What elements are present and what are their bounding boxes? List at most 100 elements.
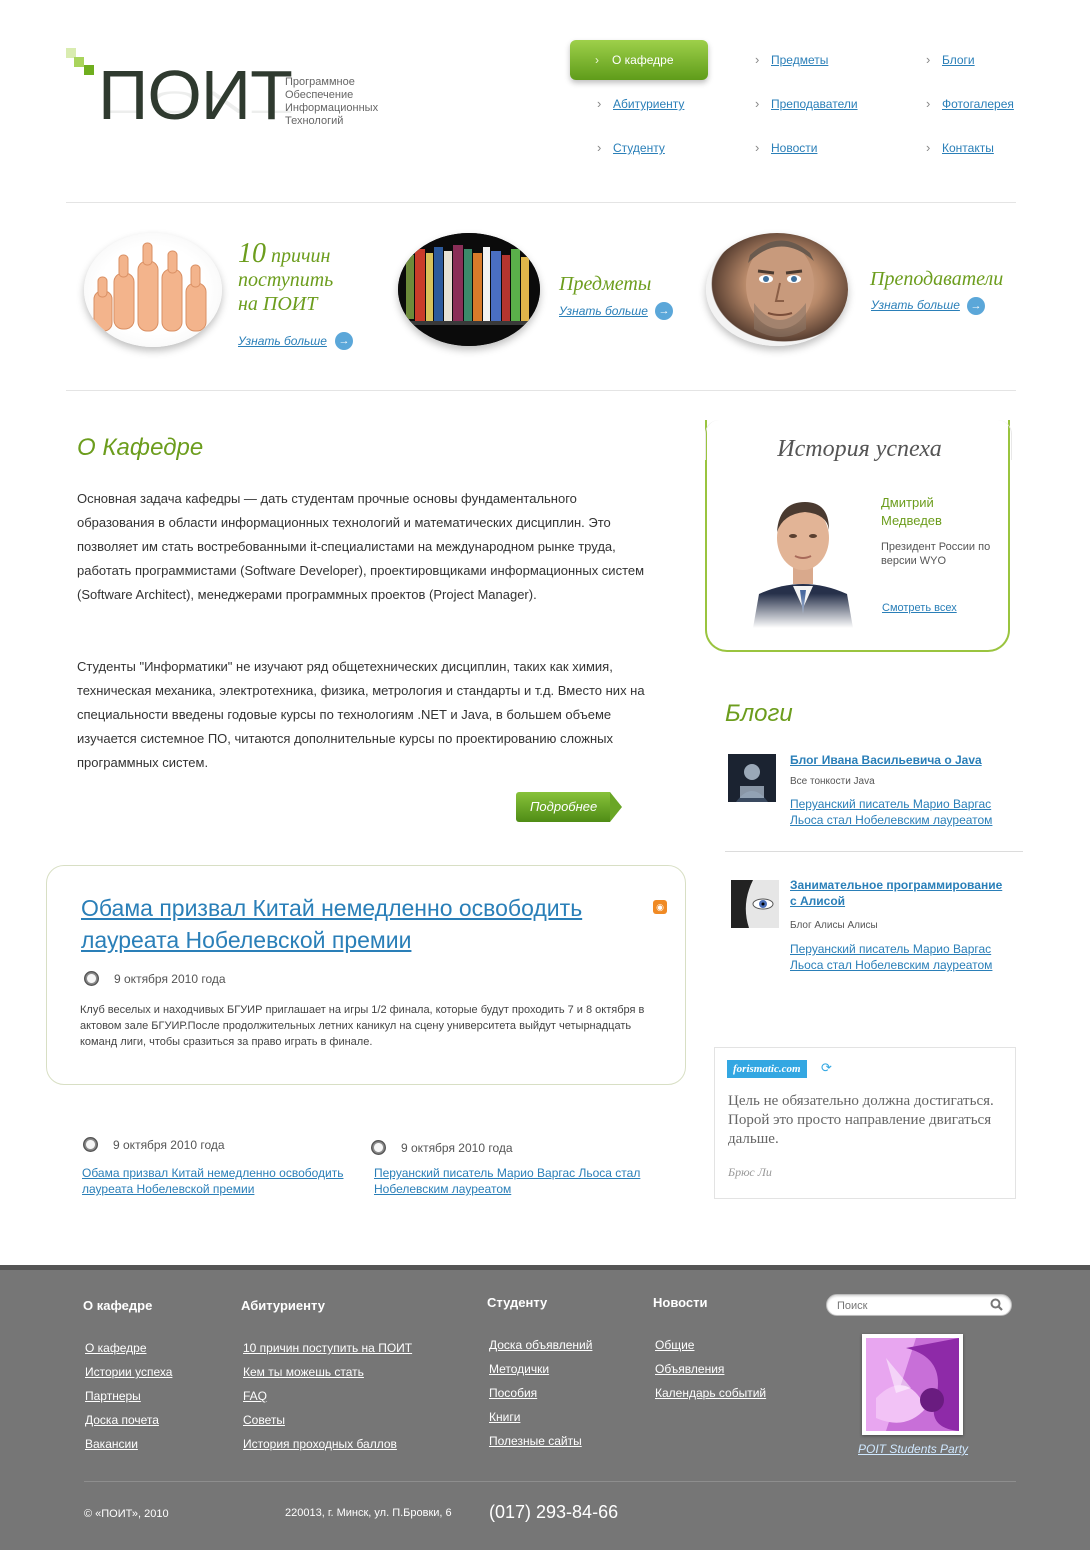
divider	[725, 851, 1023, 852]
logo-subtitle-line: Программное	[285, 76, 355, 88]
chevron-right-icon: ›	[755, 96, 760, 111]
person-description: Президент России по версии WYO	[881, 541, 991, 567]
search-icon[interactable]	[990, 1298, 1003, 1311]
footer-heading: Студенту	[487, 1295, 548, 1310]
more-button-arrow	[610, 792, 622, 822]
person-photo	[749, 490, 857, 628]
news-item-link[interactable]: Обама призвал Китай немедленно освободит…	[82, 1165, 352, 1197]
copyright: © «ПОИТ», 2010	[84, 1508, 169, 1520]
nav-label: Новости	[771, 141, 818, 155]
footer-link[interactable]: Календарь событий	[655, 1386, 766, 1400]
footer-link[interactable]: Кем ты можешь стать	[243, 1365, 364, 1379]
promo-subjects-title: Предметы	[559, 273, 652, 295]
arrow-right-icon[interactable]: →	[335, 332, 353, 350]
nav-item-students[interactable]: › Студенту	[597, 138, 665, 158]
footer-link[interactable]: Советы	[243, 1413, 285, 1427]
nav-item-subjects[interactable]: › Предметы	[755, 50, 828, 70]
footer-link[interactable]: Партнеры	[85, 1389, 141, 1403]
nav-item-news[interactable]: › Новости	[755, 138, 817, 158]
more-button-label: Подробнее	[530, 799, 598, 814]
footer-link[interactable]: 10 причин поступить на ПОИТ	[243, 1341, 412, 1355]
chevron-right-icon: ›	[926, 52, 931, 67]
footer-link[interactable]: История проходных баллов	[243, 1437, 397, 1451]
teacher-portrait-image[interactable]	[706, 233, 848, 346]
nav-label: Преподаватели	[771, 97, 858, 111]
news-item-link[interactable]: Перуанский писатель Марио Варгас Льоса с…	[374, 1165, 644, 1197]
chevron-right-icon: ›	[755, 140, 760, 155]
blog-avatar[interactable]	[731, 880, 779, 928]
arrow-right-icon[interactable]: →	[655, 302, 673, 320]
footer-link[interactable]: Вакансии	[85, 1437, 138, 1451]
news-date: 9 октября 2010 года	[113, 1138, 225, 1152]
refresh-icon[interactable]: ⟳	[821, 1060, 832, 1076]
about-heading: О Кафедре	[77, 434, 204, 461]
phone: (017) 293-84-66	[489, 1502, 619, 1522]
address: 220013, г. Минск, ул. П.Бровки, 6	[285, 1507, 452, 1519]
clock-icon	[371, 1140, 386, 1155]
nav-label: О кафедре	[612, 53, 674, 67]
nav-item-applicants[interactable]: › Абитуриенту	[597, 94, 684, 114]
logo-square	[84, 65, 94, 75]
footer-link[interactable]: Доска почета	[85, 1413, 159, 1427]
news-title-link[interactable]: Обама призвал Китай немедленно освободит…	[81, 892, 641, 956]
nav-item-teachers[interactable]: › Преподаватели	[755, 94, 858, 114]
divider	[66, 202, 1016, 203]
forismatic-badge[interactable]: forismatic.com	[727, 1060, 807, 1078]
nav-label: Предметы	[771, 53, 829, 67]
nav-item-contacts[interactable]: › Контакты	[926, 138, 994, 158]
logo-subtitle-line: Технологий	[285, 115, 344, 127]
more-button[interactable]: Подробнее	[516, 792, 624, 822]
footer-link[interactable]: Истории успеха	[85, 1365, 172, 1379]
logo-subtitle-line: Обеспечение	[285, 89, 354, 101]
arrow-right-icon[interactable]: →	[967, 297, 985, 315]
logo-reflection: ПОИТ	[98, 84, 292, 120]
footer-link[interactable]: Доска объявлений	[489, 1338, 592, 1352]
divider	[66, 390, 1016, 391]
logo-subtitle: Программное Обеспечение Информационных Т…	[285, 76, 405, 128]
footer-heading: Новости	[653, 1295, 708, 1310]
footer-link[interactable]: Книги	[489, 1410, 520, 1424]
promo-title-text: поступить	[238, 269, 334, 291]
blog-post-link[interactable]: Перуанский писатель Марио Варгас Льоса с…	[790, 796, 1010, 828]
promo-teachers-more-link[interactable]: Узнать больше	[871, 298, 960, 312]
footer-link[interactable]: Объявления	[655, 1362, 724, 1376]
success-story-card: История успеха Дмитрий Медведев Президен…	[705, 420, 1012, 652]
footer-link[interactable]: О кафедре	[85, 1341, 147, 1355]
news-text: Клуб веселых и находчивых БГУИР приглаша…	[80, 1004, 645, 1048]
person-name: Дмитрий Медведев	[881, 495, 942, 528]
promo-subjects-more-link[interactable]: Узнать больше	[559, 304, 648, 318]
footer-link[interactable]: Общие	[655, 1338, 694, 1352]
nav-item-about[interactable]: › О кафедре	[570, 40, 708, 80]
promo-title-text: причин	[271, 245, 331, 267]
nav-label: Студенту	[613, 141, 665, 155]
nav-label: Контакты	[942, 141, 994, 155]
blog-title-link[interactable]: Блог Ивана Васильевича о Java	[790, 752, 1010, 768]
blog-avatar[interactable]	[728, 754, 776, 802]
blog-post-link[interactable]: Перуанский писатель Марио Варгас Льоса с…	[790, 941, 1010, 973]
search-input[interactable]	[837, 1298, 977, 1314]
footer-heading: О кафедре	[83, 1298, 153, 1313]
footer-link[interactable]: Пособия	[489, 1386, 537, 1400]
promo-title-text: на ПОИТ	[238, 293, 318, 315]
thumbs-up-image[interactable]	[84, 233, 222, 347]
footer-link[interactable]: Полезные сайты	[489, 1434, 582, 1448]
chevron-right-icon: ›	[595, 53, 599, 67]
see-all-link[interactable]: Смотреть всех	[882, 600, 957, 616]
footer-link[interactable]: FAQ	[243, 1389, 267, 1403]
chevron-right-icon: ›	[597, 96, 602, 111]
chevron-right-icon: ›	[755, 52, 760, 67]
quote-text: Цель не обязательно должна достигаться. …	[728, 1093, 994, 1147]
party-photo-caption[interactable]: POIT Students Party	[858, 1442, 968, 1456]
blog-title-link[interactable]: Занимательное программирование с Алисой	[790, 877, 1010, 909]
nav-item-blogs[interactable]: › Блоги	[926, 50, 975, 70]
quote-author: Брюс Ли	[728, 1165, 772, 1179]
party-photo[interactable]	[862, 1334, 963, 1435]
logo-subtitle-line: Информационных	[285, 102, 379, 114]
rss-icon[interactable]: ◉	[653, 900, 667, 914]
books-image[interactable]	[398, 233, 540, 346]
footer-link[interactable]: Методички	[489, 1362, 549, 1376]
promo-reasons-more-link[interactable]: Узнать больше	[238, 334, 327, 348]
blogs-heading: Блоги	[725, 700, 793, 727]
nav-label: Абитуриенту	[613, 97, 685, 111]
nav-item-gallery[interactable]: › Фотогалерея	[926, 94, 1014, 114]
